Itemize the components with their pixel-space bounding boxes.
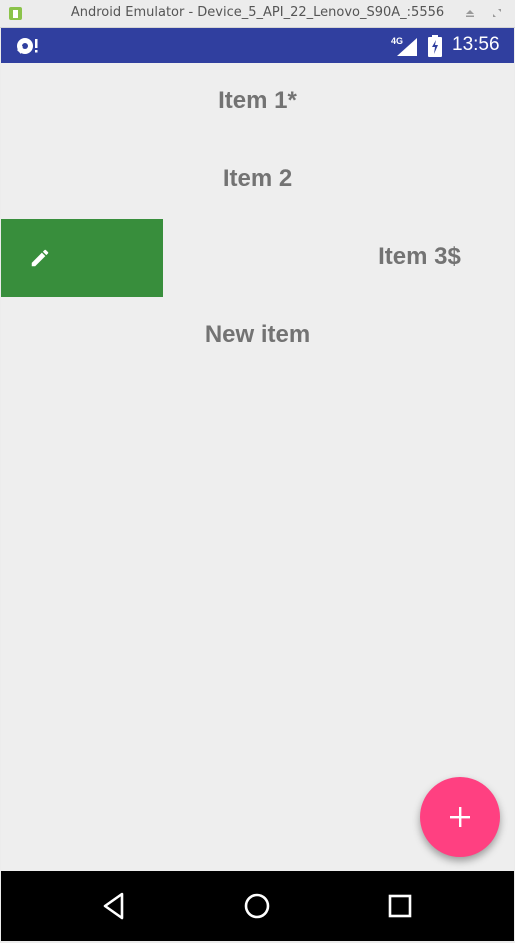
plus-icon — [450, 807, 470, 827]
device-screen: 4G 13:56 Item 1* Item 2 Item 3$ New item — [1, 28, 514, 941]
battery-charging-icon — [428, 35, 442, 57]
status-time: 13:56 — [452, 34, 500, 55]
eject-icon[interactable] — [463, 6, 477, 20]
list-item[interactable]: Item 2 — [1, 141, 514, 219]
list-item-label: Item 3$ — [378, 243, 461, 270]
recents-icon[interactable] — [385, 891, 415, 921]
list-item-label: New item — [204, 321, 311, 348]
list-item-swiped[interactable]: Item 3$ — [1, 219, 514, 297]
edit-swipe-action[interactable] — [1, 219, 163, 297]
list-item[interactable]: Item 1* — [1, 63, 514, 141]
home-icon[interactable] — [242, 891, 272, 921]
add-item-fab[interactable] — [420, 777, 500, 857]
navigation-bar — [1, 871, 514, 941]
app-notification-icon — [17, 38, 38, 54]
list-item-label: Item 1* — [218, 87, 297, 114]
resize-icon[interactable] — [490, 6, 504, 20]
window-title: Android Emulator - Device_5_API_22_Lenov… — [70, 5, 445, 20]
status-bar: 4G 13:56 — [1, 28, 514, 63]
network-signal-icon: 4G — [391, 36, 417, 56]
edit-icon — [31, 249, 49, 267]
window-titlebar: Android Emulator - Device_5_API_22_Lenov… — [0, 0, 515, 28]
svg-text:4G: 4G — [391, 36, 403, 46]
list-item[interactable]: New item — [1, 297, 514, 375]
list-item-label: Item 2 — [222, 165, 293, 192]
back-icon[interactable] — [100, 891, 130, 921]
